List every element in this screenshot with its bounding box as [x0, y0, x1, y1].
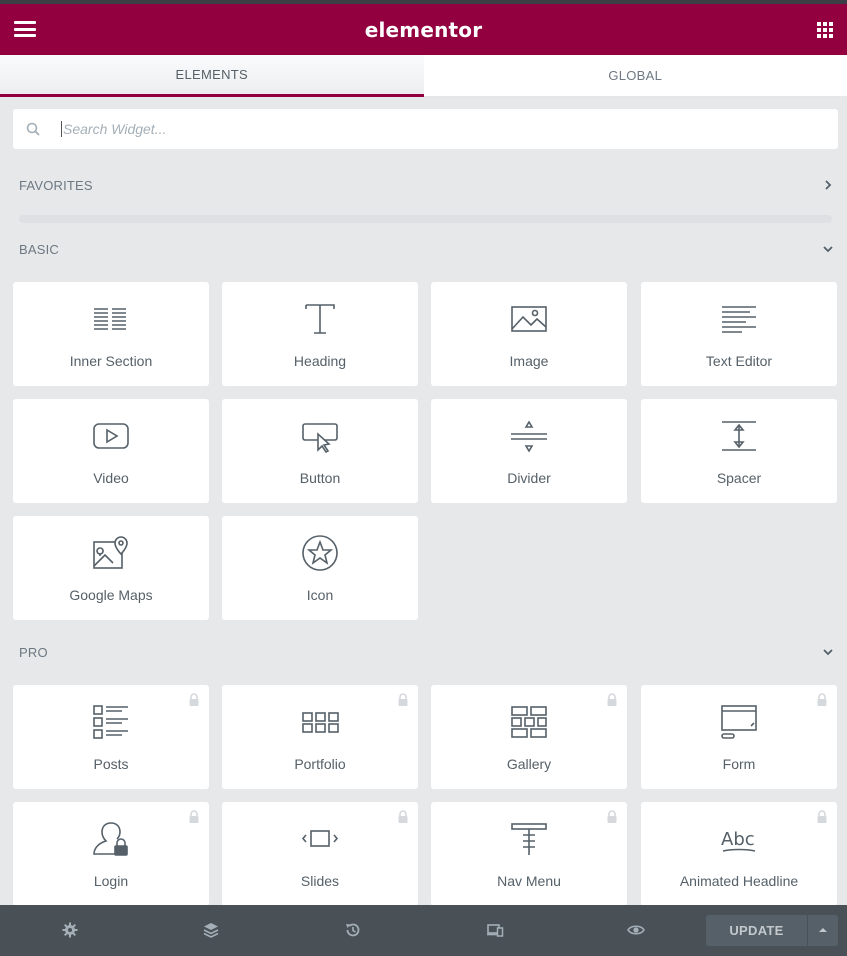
- app-title: elementor: [364, 17, 483, 42]
- divider-icon: [511, 420, 547, 453]
- lock-icon: [398, 693, 408, 706]
- widget-label: Posts: [93, 756, 129, 772]
- panel-tabs: ELEMENTS GLOBAL: [0, 55, 847, 97]
- lock-icon: [607, 693, 617, 706]
- pro-widgets-grid: Posts Portfolio Gallery Form Login Slides Nav …: [13, 685, 838, 906]
- form-icon: [721, 705, 757, 739]
- widget-tile-portfolio[interactable]: Portfolio: [222, 685, 418, 789]
- widget-tile-slides[interactable]: Slides: [222, 802, 418, 906]
- widget-tile-spacer[interactable]: Spacer: [641, 399, 837, 503]
- lock-icon: [817, 810, 827, 823]
- widget-label: Image: [509, 353, 549, 369]
- star-icon: [302, 535, 338, 571]
- text-editor-icon: [722, 306, 756, 333]
- widget-label: Animated Headline: [679, 873, 799, 889]
- search-box: [13, 109, 838, 149]
- widget-label: Portfolio: [294, 756, 346, 772]
- save-options-button[interactable]: [808, 915, 838, 946]
- widget-label: Gallery: [506, 756, 552, 772]
- widget-label: Video: [93, 470, 129, 486]
- widget-label: Nav Menu: [497, 873, 561, 889]
- heading-icon: [305, 304, 335, 334]
- google-maps-icon: [93, 536, 128, 569]
- widget-tile-image[interactable]: Image: [431, 282, 627, 386]
- inner-section-icon: [94, 308, 126, 330]
- lock-icon: [398, 810, 408, 823]
- section-pro[interactable]: PRO: [19, 642, 834, 662]
- lock-icon: [817, 693, 827, 706]
- search-input[interactable]: [63, 119, 823, 139]
- lock-icon: [189, 810, 199, 823]
- section-divider: [19, 215, 832, 223]
- widget-label: Heading: [293, 353, 347, 369]
- hamburger-menu-icon[interactable]: [14, 21, 36, 37]
- chevron-down-icon: [823, 649, 833, 656]
- preview-eye-icon[interactable]: [627, 921, 645, 939]
- section-basic-title: BASIC: [19, 241, 60, 257]
- gallery-icon: [511, 706, 547, 738]
- search-icon: [26, 122, 40, 136]
- navigator-icon[interactable]: [202, 921, 220, 939]
- widget-tile-nav-menu[interactable]: Nav Menu: [431, 802, 627, 906]
- widget-tile-button[interactable]: Button: [222, 399, 418, 503]
- section-favorites-title: FAVORITES: [19, 177, 93, 193]
- panel-footer: UPDATE: [0, 905, 847, 956]
- widget-tile-divider[interactable]: Divider: [431, 399, 627, 503]
- widget-tile-heading[interactable]: Heading: [222, 282, 418, 386]
- widget-label: Slides: [300, 873, 340, 889]
- widget-tile-animated-headline[interactable]: Abc Animated Headline: [641, 802, 837, 906]
- login-icon: [93, 822, 128, 856]
- portfolio-icon: [302, 712, 339, 733]
- chevron-right-icon: [825, 180, 832, 190]
- tab-elements[interactable]: ELEMENTS: [0, 55, 424, 97]
- settings-icon[interactable]: [61, 921, 79, 939]
- widget-label: Icon: [306, 587, 334, 603]
- update-button[interactable]: UPDATE: [706, 915, 807, 946]
- widget-tile-inner-section[interactable]: Inner Section: [13, 282, 209, 386]
- widgets-grid-icon[interactable]: [817, 22, 833, 38]
- widget-label: Login: [93, 873, 129, 889]
- button-icon: [302, 423, 338, 454]
- widget-label: Spacer: [716, 470, 762, 486]
- section-basic[interactable]: BASIC: [19, 239, 834, 259]
- video-icon: [93, 423, 129, 449]
- chevron-down-icon: [823, 246, 833, 253]
- image-icon: [511, 306, 547, 332]
- widget-tile-login[interactable]: Login: [13, 802, 209, 906]
- widget-label: Inner Section: [69, 353, 153, 369]
- widget-label: Text Editor: [705, 353, 773, 369]
- posts-icon: [93, 705, 128, 739]
- animated-headline-icon: Abc: [721, 829, 756, 852]
- slides-icon: [301, 830, 339, 847]
- lock-icon: [189, 693, 199, 706]
- widget-tile-form[interactable]: Form: [641, 685, 837, 789]
- widget-label: Divider: [507, 470, 551, 486]
- responsive-icon[interactable]: [486, 921, 504, 939]
- tab-global[interactable]: GLOBAL: [423, 55, 847, 97]
- basic-widgets-grid: Inner Section Heading Image Text Editor Vide…: [13, 282, 838, 622]
- widget-tile-google-maps[interactable]: Google Maps: [13, 516, 209, 620]
- panel-header: elementor: [0, 4, 847, 55]
- widget-tile-posts[interactable]: Posts: [13, 685, 209, 789]
- lock-icon: [607, 810, 617, 823]
- history-icon[interactable]: [344, 921, 362, 939]
- widget-tile-text-editor[interactable]: Text Editor: [641, 282, 837, 386]
- caret-up-icon: [819, 928, 827, 932]
- svg-text:Abc: Abc: [721, 829, 755, 850]
- widget-tile-star[interactable]: Icon: [222, 516, 418, 620]
- section-pro-title: PRO: [19, 644, 48, 660]
- widget-tile-video[interactable]: Video: [13, 399, 209, 503]
- spacer-icon: [722, 421, 756, 451]
- nav-menu-icon: [511, 823, 547, 855]
- widget-label: Google Maps: [69, 587, 153, 603]
- widget-tile-gallery[interactable]: Gallery: [431, 685, 627, 789]
- widget-label: Button: [299, 470, 341, 486]
- widget-label: Form: [722, 756, 756, 772]
- section-favorites[interactable]: FAVORITES: [19, 175, 834, 195]
- text-cursor: [61, 121, 62, 137]
